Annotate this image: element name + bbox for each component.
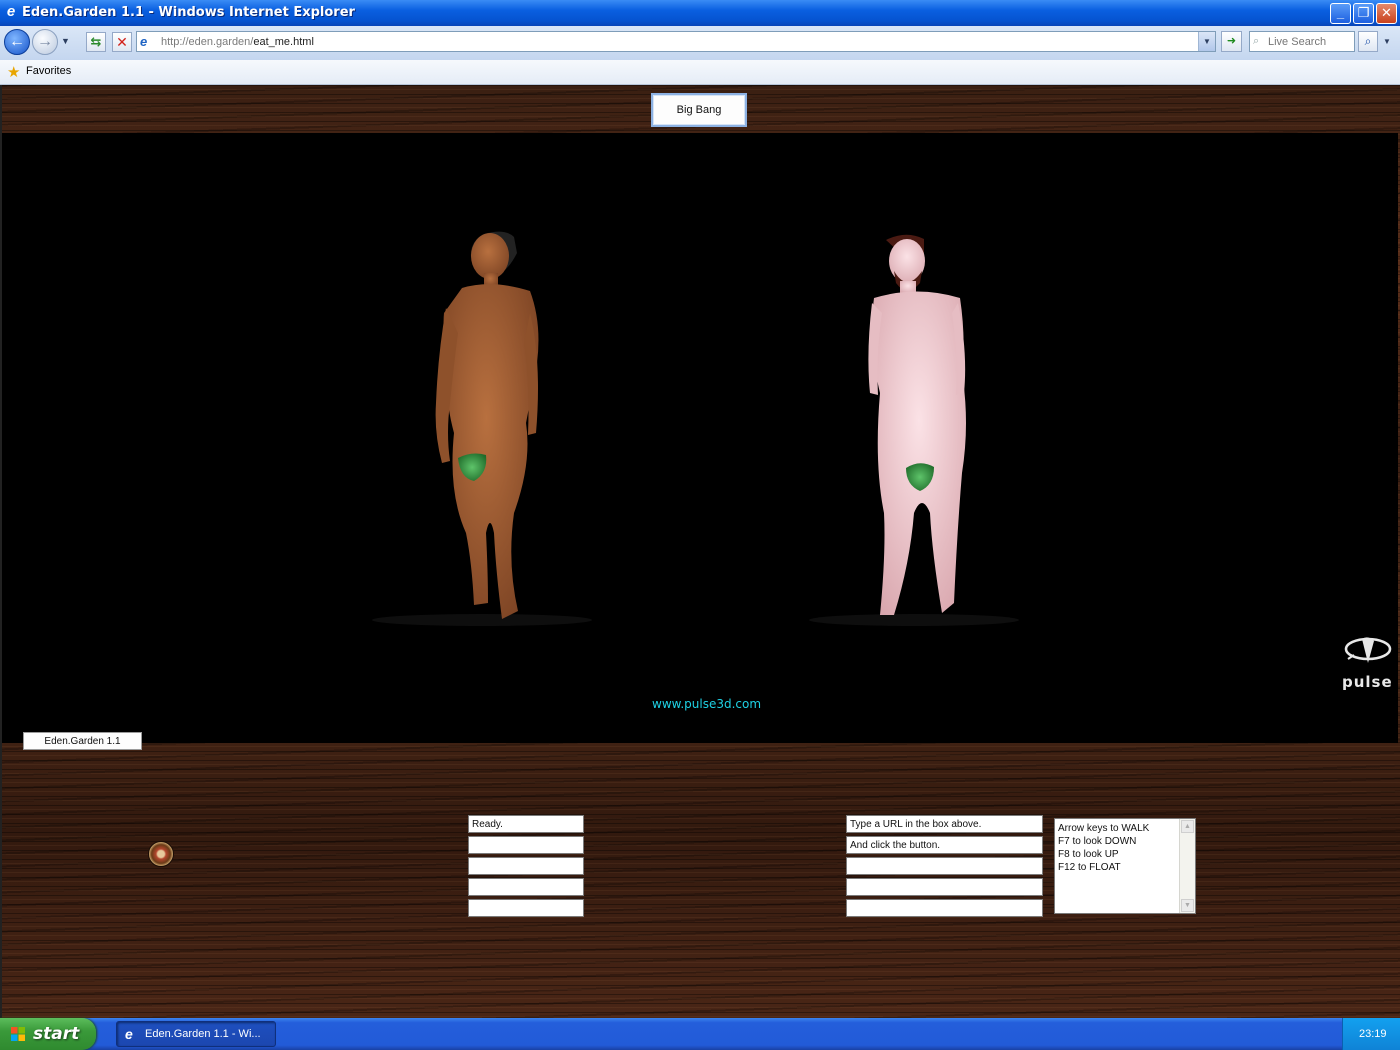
- help-line: F7 to look DOWN: [1058, 836, 1137, 847]
- help-line: F8 to look UP: [1058, 849, 1119, 860]
- taskbar-item-label: Eden.Garden 1.1 - Wi...: [145, 1028, 261, 1040]
- message-field[interactable]: [846, 815, 1043, 833]
- floor-shadow: [372, 614, 592, 626]
- scroll-down-icon[interactable]: ▼: [1181, 899, 1194, 912]
- recent-pages-dropdown-icon[interactable]: ▼: [61, 36, 70, 46]
- adam-figure[interactable]: [868, 234, 966, 615]
- forward-button[interactable]: →: [32, 29, 58, 55]
- pulse3d-link[interactable]: www.pulse3d.com: [652, 697, 761, 711]
- compass-icon[interactable]: [148, 841, 174, 867]
- status-field[interactable]: [468, 815, 584, 833]
- pulse-logo-text: pulse: [1342, 673, 1393, 691]
- help-line: Arrow keys to WALK: [1058, 823, 1150, 834]
- page-icon: e: [140, 34, 148, 49]
- minimize-button[interactable]: _: [1330, 3, 1351, 24]
- start-label: start: [33, 1024, 80, 1044]
- window-title-bar: e Eden.Garden 1.1 - Windows Internet Exp…: [0, 0, 1400, 26]
- favorites-button[interactable]: Favorites: [26, 65, 71, 77]
- url-host: http://eden.garden/: [161, 36, 254, 48]
- window-title: Eden.Garden 1.1 - Windows Internet Explo…: [22, 5, 355, 20]
- search-provider-icon: ⌕: [1253, 35, 1260, 47]
- message-field[interactable]: [846, 857, 1043, 875]
- back-button[interactable]: ←: [4, 29, 30, 55]
- eden-garden-button[interactable]: Eden.Garden 1.1: [23, 732, 142, 750]
- start-button[interactable]: start: [0, 1018, 96, 1050]
- 3d-scene: [372, 231, 1019, 626]
- 3d-viewport[interactable]: pulse www.pulse3d.com: [2, 133, 1398, 743]
- status-field[interactable]: [468, 836, 584, 854]
- go-button[interactable]: ➜: [1221, 31, 1242, 52]
- favorites-star-icon[interactable]: ★: [7, 63, 20, 81]
- url-path: eat_me.html: [253, 36, 314, 48]
- scroll-up-icon[interactable]: ▲: [1181, 820, 1194, 833]
- status-field[interactable]: [468, 857, 584, 875]
- floor-shadow: [809, 614, 1019, 626]
- message-field[interactable]: [846, 836, 1043, 854]
- search-input[interactable]: [1268, 35, 1352, 48]
- search-options-dropdown-icon[interactable]: ▼: [1380, 31, 1394, 52]
- help-line: F12 to FLOAT: [1058, 862, 1121, 873]
- ie-logo-icon: e: [125, 1026, 133, 1042]
- restore-button[interactable]: ❐: [1353, 3, 1374, 24]
- ie-logo-icon: e: [6, 3, 16, 20]
- clock[interactable]: 23:19: [1359, 1028, 1387, 1040]
- message-field[interactable]: [846, 899, 1043, 917]
- refresh-button[interactable]: ⇆: [86, 32, 106, 52]
- system-tray: 23:19: [1342, 1018, 1400, 1050]
- search-box[interactable]: ⌕: [1249, 31, 1355, 52]
- windows-flag-icon: [11, 1027, 25, 1041]
- taskbar-item-ie[interactable]: e Eden.Garden 1.1 - Wi...: [116, 1021, 276, 1047]
- search-icon[interactable]: ⌕: [1358, 31, 1378, 52]
- page-content: Big Bang pulse www.pulse3d.com Eden.Gard…: [0, 85, 1400, 1018]
- status-field[interactable]: [468, 878, 584, 896]
- eve-figure[interactable]: [435, 231, 539, 619]
- help-scrollbar[interactable]: ▲ ▼: [1179, 819, 1195, 913]
- status-field[interactable]: [468, 899, 584, 917]
- favorites-bar: ★ Favorites: [0, 60, 1400, 85]
- help-textarea[interactable]: Arrow keys to WALK F7 to look DOWN F8 to…: [1054, 818, 1196, 914]
- message-field[interactable]: [846, 878, 1043, 896]
- close-button[interactable]: ✕: [1376, 3, 1397, 24]
- stop-button[interactable]: ✕: [112, 32, 132, 52]
- help-text: Arrow keys to WALK F7 to look DOWN F8 to…: [1058, 822, 1149, 874]
- page-border: [0, 85, 2, 1018]
- address-url[interactable]: http://eden.garden/eat_me.html: [161, 36, 314, 48]
- pulse-logo-icon[interactable]: [1340, 633, 1398, 673]
- address-bar[interactable]: e http://eden.garden/eat_me.html ▼: [136, 31, 1216, 52]
- big-bang-button[interactable]: Big Bang: [651, 93, 747, 127]
- address-dropdown-icon[interactable]: ▼: [1198, 32, 1215, 51]
- navigation-bar: ← → ▼ ⇆ ✕ e http://eden.garden/eat_me.ht…: [0, 26, 1400, 61]
